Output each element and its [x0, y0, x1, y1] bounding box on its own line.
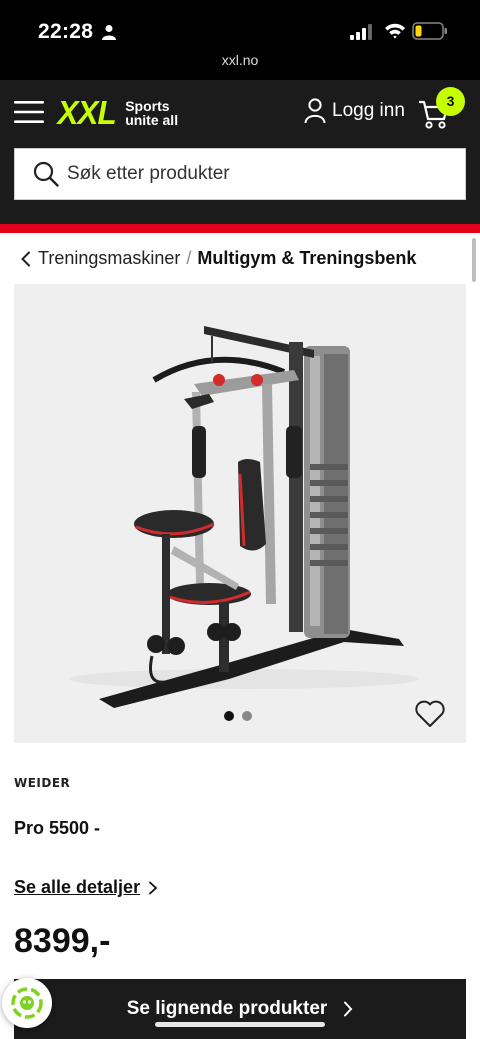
status-time: 22:28 [38, 20, 94, 43]
login-button[interactable]: Logg inn [304, 98, 405, 124]
breadcrumb-current: Multigym & Treningsbenk [197, 248, 417, 268]
chevron-right-icon [149, 881, 158, 894]
chevron-left-icon[interactable] [20, 251, 32, 267]
brand-logo[interactable]: WEIDER [14, 776, 70, 790]
url-bar[interactable]: xxl.no [0, 52, 480, 68]
gallery-dot[interactable] [242, 711, 252, 721]
battery-icon [412, 22, 447, 40]
similar-products-label: Se lignende produkter [126, 998, 328, 1019]
wifi-icon [385, 23, 405, 39]
chat-widget-button[interactable] [2, 978, 52, 1028]
breadcrumb: Treningsmaskiner / Multigym & Treningsbe… [20, 248, 416, 269]
logo-tagline-line-2: unite all [125, 112, 179, 128]
logo-tagline-line-1: Sports [125, 98, 170, 114]
gallery-pagination [224, 711, 260, 721]
status-bar: 22:28 xxl.no [0, 0, 480, 80]
product-price: 8399,- [14, 922, 111, 960]
page-scrollbar[interactable] [472, 238, 476, 282]
search-input[interactable] [67, 163, 447, 185]
login-label: Logg inn [332, 100, 405, 121]
signal-icon [350, 24, 372, 40]
menu-icon[interactable] [14, 100, 46, 124]
logo-tagline: Sports unite all [125, 99, 178, 127]
see-all-details-label: Se alle detaljer [14, 877, 141, 897]
gallery-dot[interactable] [224, 711, 234, 721]
header-accent-stripe [0, 224, 480, 233]
breadcrumb-separator: / [186, 248, 192, 268]
heart-icon[interactable] [414, 700, 446, 728]
product-image [69, 326, 419, 708]
search-icon [33, 161, 59, 187]
product-image-gallery[interactable] [14, 284, 466, 743]
see-all-details-link[interactable]: Se alle detaljer [14, 877, 158, 898]
person-icon [102, 25, 116, 40]
logo-mark: XXL [57, 94, 117, 131]
home-indicator [155, 1022, 325, 1027]
chevron-right-icon [344, 1001, 353, 1017]
similar-products-button[interactable]: Se lignende produkter [14, 979, 466, 1039]
breadcrumb-parent-link[interactable]: Treningsmaskiner [38, 248, 180, 269]
product-title: Pro 5500 - [14, 818, 101, 838]
search-bar[interactable] [14, 148, 466, 200]
cart-count-badge[interactable]: 3 [436, 87, 465, 116]
chat-icon [11, 987, 43, 1019]
user-icon [304, 98, 326, 124]
xxl-logo[interactable]: XXL Sports unite all [56, 93, 179, 133]
